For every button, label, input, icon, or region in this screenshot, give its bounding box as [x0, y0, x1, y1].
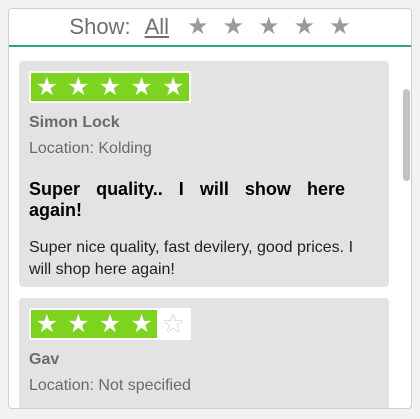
filter-1-star-icon[interactable]: ★ — [187, 15, 209, 39]
filter-all-link[interactable]: All — [145, 14, 169, 40]
review-body: Super nice quality, fast devilery, good … — [29, 239, 354, 278]
star-icon: ★ — [161, 309, 185, 338]
reviewer-location: Location: Kolding — [29, 140, 152, 157]
review-card: ★ ★ ★ ★ ★ Simon Lock Location: Kolding S… — [19, 61, 389, 287]
star-icon: ★ — [35, 309, 58, 338]
star-icon: ★ — [130, 72, 153, 101]
reviewer-name: Simon Lock — [29, 114, 120, 131]
show-label: Show: — [69, 14, 131, 39]
star-icon: ★ — [161, 72, 185, 101]
reviewer-location: Location: Not specified — [29, 377, 191, 394]
review-card: ★ ★ ★ ★ ★ Gav Location: Not specified — [19, 298, 389, 408]
star-icon: ★ — [67, 72, 90, 101]
star-rating: ★ ★ ★ ★ ★ — [29, 71, 191, 103]
star-icon: ★ — [67, 309, 90, 338]
reviews-widget: Show: All ★ ★ ★ ★ ★ ★ ★ ★ ★ ★ Simon Lock… — [8, 8, 412, 409]
review-title: Super quality.. I will show here again! — [29, 179, 345, 220]
scrollbar-thumb[interactable] — [403, 89, 410, 181]
star-rating: ★ ★ ★ ★ ★ — [29, 308, 191, 340]
star-icon: ★ — [130, 309, 153, 338]
review-list[interactable]: ★ ★ ★ ★ ★ Simon Lock Location: Kolding S… — [9, 47, 411, 408]
rating-filter-bar: Show: All ★ ★ ★ ★ ★ — [9, 9, 411, 47]
filter-5-star-icon[interactable]: ★ — [329, 15, 351, 39]
star-icon: ★ — [98, 72, 122, 101]
star-icon: ★ — [98, 309, 122, 338]
reviewer-name: Gav — [29, 351, 60, 368]
star-icon: ★ — [35, 72, 58, 101]
filter-4-star-icon[interactable]: ★ — [294, 15, 316, 39]
filter-3-star-icon[interactable]: ★ — [258, 15, 280, 39]
filter-2-star-icon[interactable]: ★ — [223, 15, 245, 39]
